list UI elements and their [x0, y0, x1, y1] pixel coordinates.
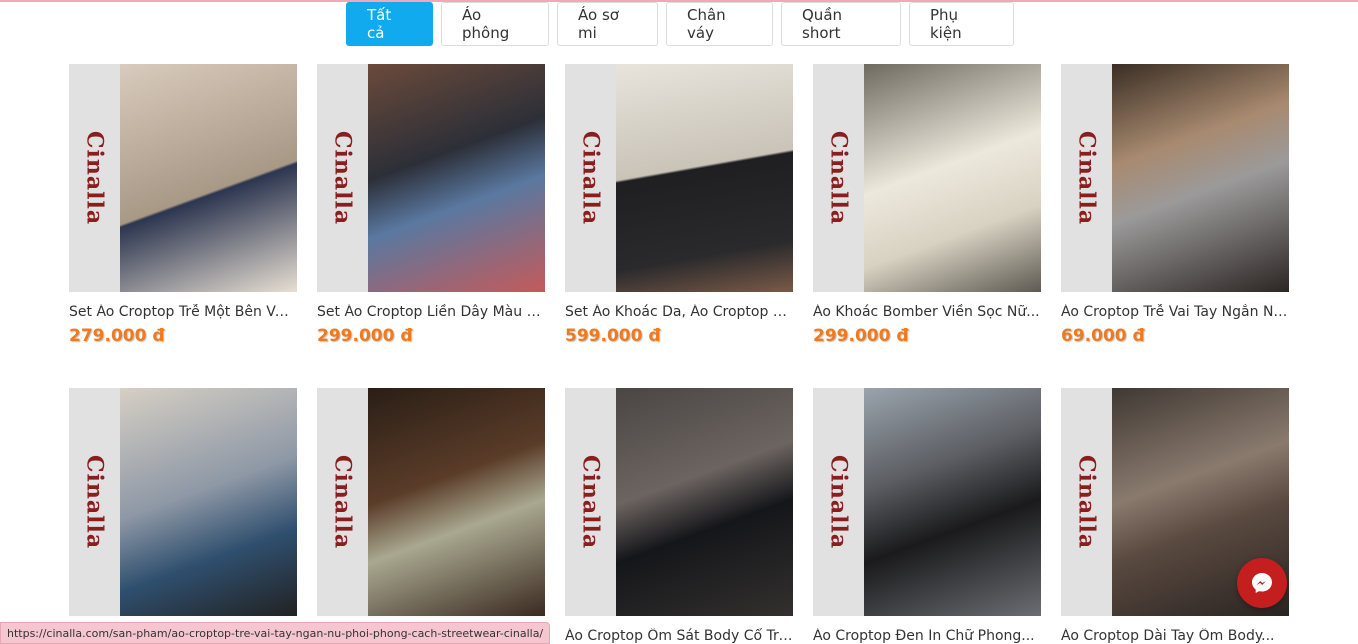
product-title[interactable]: Set Áo Khoác Da, Áo Croptop Đe... [565, 304, 793, 320]
product-photo [120, 388, 297, 616]
tab-t-shirt[interactable]: Áo phông [441, 2, 549, 46]
tab-shorts[interactable]: Quần short [781, 2, 901, 46]
tab-skirt[interactable]: Chân váy [666, 2, 773, 46]
product-image[interactable]: Cinalla [69, 388, 297, 616]
brand-logo: Cinalla [1073, 454, 1100, 550]
product-card[interactable]: Cinalla Áo Croptop Ôm Sát Body Cổ Trò... [565, 388, 793, 644]
product-card[interactable]: Cinalla Áo Croptop Trễ Vai Tay Ngắn Nữ..… [1061, 64, 1289, 346]
product-photo [616, 64, 793, 292]
product-photo [368, 388, 545, 616]
product-card[interactable]: Cinalla Set Áo Croptop Liền Dây Màu Be..… [317, 64, 545, 346]
product-card[interactable]: Cinalla Áo Khoác Bomber Viền Sọc Nữ... 2… [813, 64, 1041, 346]
product-card[interactable]: Cinalla Áo Croptop Đen In Chữ Phong... [813, 388, 1041, 644]
brand-logo: Cinalla [329, 130, 356, 226]
brand-logo: Cinalla [825, 130, 852, 226]
product-title[interactable]: Áo Croptop Đen In Chữ Phong... [813, 628, 1041, 644]
brand-logo: Cinalla [577, 454, 604, 550]
category-tabs: Tất cả Áo phông Áo sơ mi Chân váy Quần s… [346, 2, 1014, 46]
brand-logo: Cinalla [81, 454, 108, 550]
product-card[interactable]: Cinalla Set Áo Khoác Da, Áo Croptop Đe..… [565, 64, 793, 346]
messenger-button[interactable] [1237, 558, 1287, 608]
tab-accessories[interactable]: Phụ kiện [909, 2, 1014, 46]
tab-shirt[interactable]: Áo sơ mi [557, 2, 658, 46]
product-price: 299.000 đ [813, 326, 909, 346]
brand-logo: Cinalla [825, 454, 852, 550]
messenger-icon [1252, 573, 1272, 593]
product-price: 599.000 đ [565, 326, 661, 346]
brand-logo: Cinalla [81, 130, 108, 226]
product-image[interactable]: Cinalla [317, 64, 545, 292]
product-image[interactable]: Cinalla [69, 64, 297, 292]
product-card[interactable]: Cinalla [69, 388, 297, 616]
product-photo [1112, 64, 1289, 292]
brand-logo: Cinalla [329, 454, 356, 550]
tab-all[interactable]: Tất cả [346, 2, 433, 46]
product-title[interactable]: Áo Croptop Ôm Sát Body Cổ Trò... [565, 628, 793, 644]
product-image[interactable]: Cinalla [813, 388, 1041, 616]
product-photo [616, 388, 793, 616]
product-title[interactable]: Áo Khoác Bomber Viền Sọc Nữ... [813, 304, 1041, 320]
product-image[interactable]: Cinalla [317, 388, 545, 616]
product-image[interactable]: Cinalla [565, 388, 793, 616]
product-price: 69.000 đ [1061, 326, 1145, 346]
product-title[interactable]: Áo Croptop Trễ Vai Tay Ngắn Nữ... [1061, 304, 1289, 320]
product-photo [120, 64, 297, 292]
product-price: 299.000 đ [317, 326, 413, 346]
brand-logo: Cinalla [1073, 130, 1100, 226]
product-title[interactable]: Set Áo Croptop Liền Dây Màu Be... [317, 304, 545, 320]
status-bar-url: https://cinalla.com/san-pham/ao-croptop-… [0, 622, 551, 644]
product-photo [368, 64, 545, 292]
product-image[interactable]: Cinalla [1061, 64, 1289, 292]
product-title[interactable]: Set Áo Croptop Trễ Một Bên Vai... [69, 304, 297, 320]
product-image[interactable]: Cinalla [565, 64, 793, 292]
product-price: 279.000 đ [69, 326, 165, 346]
product-card[interactable]: Cinalla Set Áo Croptop Trễ Một Bên Vai..… [69, 64, 297, 346]
brand-logo: Cinalla [577, 130, 604, 226]
product-image[interactable]: Cinalla [813, 64, 1041, 292]
product-photo [864, 388, 1041, 616]
product-title[interactable]: Áo Croptop Dài Tay Ôm Body... [1061, 628, 1289, 644]
product-card[interactable]: Cinalla [317, 388, 545, 616]
product-photo [864, 64, 1041, 292]
